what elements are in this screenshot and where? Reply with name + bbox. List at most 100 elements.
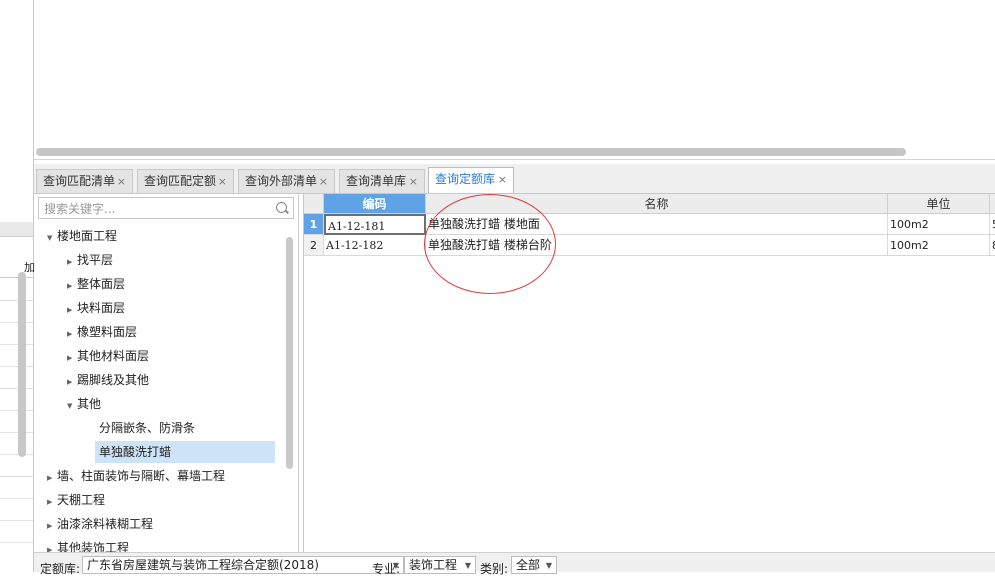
tree-node-other-material-surface[interactable]: ▶ 其他材料面层 [67,345,149,367]
left-row-line [0,322,33,323]
table-cell-code[interactable]: A1-12-181 [324,214,426,235]
left-row-line [0,476,33,477]
tree-node-label: 楼地面工程 [57,229,118,243]
quota-library-value: 广东省房屋建筑与装饰工程综合定额(2018) [87,558,319,572]
caret-right-icon[interactable]: ▶ [47,467,57,489]
caret-right-icon[interactable]: ▶ [47,539,57,552]
tree-node-label: 分隔嵌条、防滑条 [99,421,196,435]
caret-right-icon[interactable]: ▶ [67,371,77,393]
tree-node-other-decoration-works[interactable]: ▶ 其他装饰工程 [47,537,129,552]
quota-library-select[interactable]: 广东省房屋建筑与装饰工程综合定额(2018) ▼ [82,556,404,574]
tree-node-label: 找平层 [77,253,114,267]
tree-node-label: 天棚工程 [57,493,106,507]
tree-node-divider-strip[interactable]: 分隔嵌条、防滑条 [99,417,195,439]
tree-node-rubber-plastic-surface[interactable]: ▶ 橡塑料面层 [67,321,137,343]
left-row-line [0,432,33,433]
left-panel-strip: 加 [0,0,35,572]
close-icon[interactable]: × [498,168,507,191]
tree-node-label: 油漆涂料裱糊工程 [57,517,154,531]
row-number[interactable]: 1 [304,214,324,235]
tree-node-label: 其他 [77,397,102,411]
caret-right-icon[interactable]: ▶ [67,275,77,297]
tree-node-label: 其他材料面层 [77,349,150,363]
caret-down-icon[interactable]: ▼ [67,395,77,417]
table-cell-name[interactable]: 单独酸洗打蜡 楼地面 [426,214,888,235]
close-icon[interactable]: × [218,170,227,193]
tree-node-other[interactable]: ▼ 其他 [67,393,101,415]
close-icon[interactable]: × [319,170,328,193]
table-cell-name[interactable]: 单独酸洗打蜡 楼梯台阶 [426,235,888,256]
column-header-code[interactable]: 编码 [324,194,426,214]
upper-pane [34,0,995,160]
left-row-line [0,366,33,367]
tree-node-label: 橡塑料面层 [77,325,138,339]
tree-node-leveling-layer[interactable]: ▶ 找平层 [67,249,113,271]
left-row-line [0,388,33,389]
caret-down-icon[interactable]: ▼ [47,227,57,249]
left-panel-header-text: 加 [24,261,35,274]
chevron-down-icon[interactable]: ▼ [465,557,471,573]
left-panel-column-header: 加 [0,255,35,278]
left-row-line [0,344,33,345]
category-value: 全部 [516,558,541,572]
tree-node-skirting-and-other[interactable]: ▶ 踢脚线及其他 [67,369,149,391]
search-icon[interactable] [276,202,287,213]
tree-node-label: 踢脚线及其他 [77,373,150,387]
tab-label: 查询匹配定额 [144,174,217,188]
tree-node-block-surface[interactable]: ▶ 块料面层 [67,297,125,319]
table-cell-code[interactable]: A1-12-182 [324,235,426,256]
filter-bar: 定额库: 广东省房屋建筑与装饰工程综合定额(2018) ▼ 专业: 装饰工程 ▼ 类… [34,552,995,576]
table-cell-unit[interactable]: 100m2 [888,214,990,235]
category-label: 类别: [480,562,509,576]
column-header-extra[interactable] [990,194,995,214]
quota-result-grid: 编码 名称 单位 1 A1-12-181 单独酸洗打蜡 楼地面 100m2 5 … [303,194,995,552]
close-icon[interactable]: × [117,170,126,193]
quota-library-label: 定额库: [40,562,81,576]
left-row-line [0,498,33,499]
tab-label: 查询外部清单 [245,174,318,188]
table-cell-unit[interactable]: 100m2 [888,235,990,256]
table-cell-extra[interactable]: 5 [990,214,995,235]
major-select[interactable]: 装饰工程 ▼ [404,556,476,574]
tree-node-label: 块料面层 [77,301,126,315]
close-icon[interactable]: × [409,170,418,193]
tree-node-label: 整体面层 [77,277,126,291]
caret-right-icon[interactable]: ▶ [47,491,57,513]
search-box[interactable] [38,197,294,219]
table-cell-extra[interactable]: 8 [990,235,995,256]
tree-node-ceiling-works[interactable]: ▶ 天棚工程 [47,489,105,511]
tree-node-floor-works[interactable]: ▼ 楼地面工程 [47,225,117,247]
tree-scrollbar[interactable] [286,237,293,469]
chevron-down-icon[interactable]: ▼ [546,557,552,573]
tree-node-monolithic-surface[interactable]: ▶ 整体面层 [67,273,125,295]
tab-label: 查询匹配清单 [43,174,116,188]
tree-node-label: 单独酸洗打蜡 [99,445,172,459]
category-select[interactable]: 全部 ▼ [511,556,557,574]
tree-node-acid-wash-wax[interactable]: 单独酸洗打蜡 [95,441,275,463]
upper-pane-horizontal-scrollbar[interactable] [36,148,906,156]
tab-query-quota-library[interactable]: 查询定额库 × [428,167,514,193]
tree-node-paint-coating-works[interactable]: ▶ 油漆涂料裱糊工程 [47,513,153,535]
tab-query-matched-list[interactable]: 查询匹配清单 × [36,169,133,193]
caret-right-icon[interactable]: ▶ [67,299,77,321]
column-header-unit[interactable]: 单位 [888,194,990,214]
row-number[interactable]: 2 [304,235,324,256]
left-panel-scrollbar[interactable] [18,272,26,457]
grid-corner-header [304,194,324,214]
tab-query-list-library[interactable]: 查询清单库 × [339,169,425,193]
tab-query-external-list[interactable]: 查询外部清单 × [238,169,335,193]
left-row-line [0,542,33,543]
tab-label: 查询清单库 [346,174,407,188]
caret-right-icon[interactable]: ▶ [67,323,77,345]
left-row-line [0,300,33,301]
left-row-line [0,410,33,411]
column-header-name[interactable]: 名称 [426,194,888,214]
caret-right-icon[interactable]: ▶ [47,515,57,537]
tree-node-label: 墙、柱面装饰与隔断、幕墙工程 [57,469,226,483]
caret-right-icon[interactable]: ▶ [67,251,77,273]
caret-right-icon[interactable]: ▶ [67,347,77,369]
major-label: 专业: [372,562,401,576]
search-input[interactable] [42,199,266,219]
tree-node-wall-column-works[interactable]: ▶ 墙、柱面装饰与隔断、幕墙工程 [47,465,225,487]
tab-query-matched-quota[interactable]: 查询匹配定额 × [137,169,234,193]
